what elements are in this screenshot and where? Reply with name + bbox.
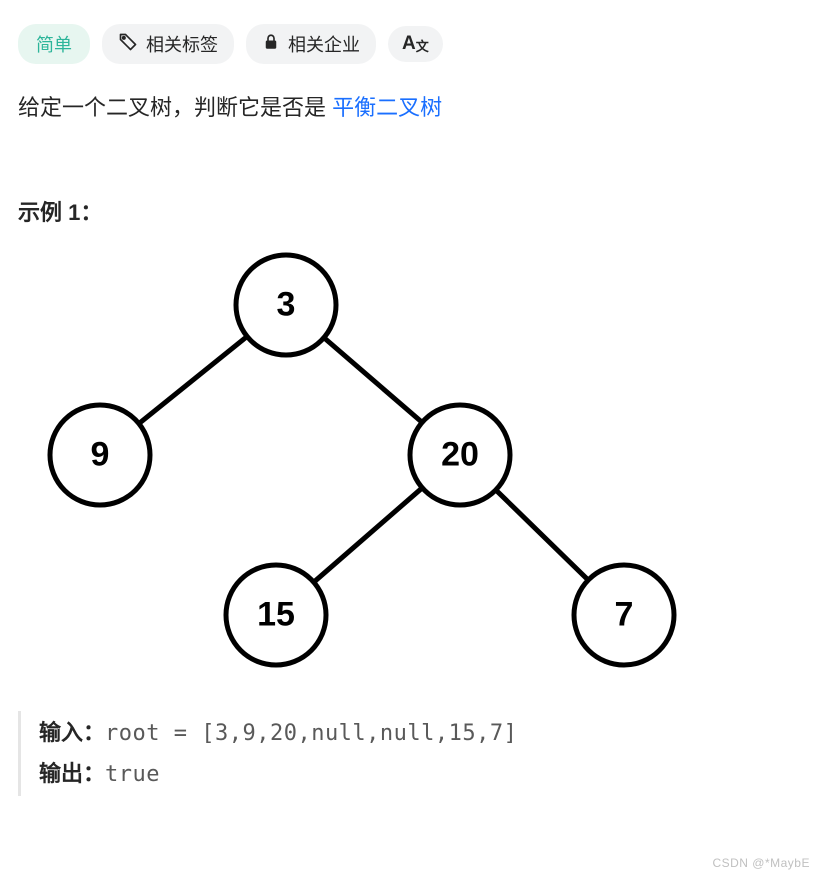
balanced-tree-link[interactable]: 平衡二叉树 <box>332 95 442 120</box>
input-label: 输入： <box>39 720 105 745</box>
input-row: 输入：root = [3,9,20,null,null,15,7] <box>39 713 802 754</box>
translate-icon: A文 <box>402 33 429 55</box>
companies-label: 相关企业 <box>288 31 360 57</box>
tree-node <box>410 405 510 505</box>
tree-node <box>226 565 326 665</box>
tree-edge <box>324 338 422 423</box>
output-value: true <box>105 762 160 787</box>
watermark: CSDN @*MaybE <box>712 856 810 870</box>
tree-edge <box>139 337 247 424</box>
example-io: 输入：root = [3,9,20,null,null,15,7] 输出：tru… <box>18 711 802 796</box>
problem-description: 给定一个二叉树，判断它是否是 平衡二叉树 <box>18 90 802 125</box>
output-row: 输出：true <box>39 754 802 795</box>
tree-edge <box>314 488 423 582</box>
tree-node <box>574 565 674 665</box>
pills-row: 简单 相关标签 相关企业 A文 <box>18 24 802 64</box>
tree-edge <box>496 490 588 580</box>
difficulty-pill[interactable]: 简单 <box>18 24 90 64</box>
example-title: 示例 1： <box>18 195 802 227</box>
tag-icon <box>118 32 138 57</box>
input-value: root = [3,9,20,null,null,15,7] <box>105 721 517 746</box>
companies-pill[interactable]: 相关企业 <box>246 24 376 64</box>
output-label: 输出： <box>39 761 105 786</box>
lock-icon <box>262 33 280 56</box>
desc-text: 给定一个二叉树，判断它是否是 <box>18 95 332 120</box>
font-pill[interactable]: A文 <box>388 26 443 62</box>
tree-diagram: 3920157 <box>24 245 684 695</box>
tree-node <box>236 255 336 355</box>
tags-label: 相关标签 <box>146 31 218 57</box>
tags-pill[interactable]: 相关标签 <box>102 24 234 64</box>
tree-node <box>50 405 150 505</box>
